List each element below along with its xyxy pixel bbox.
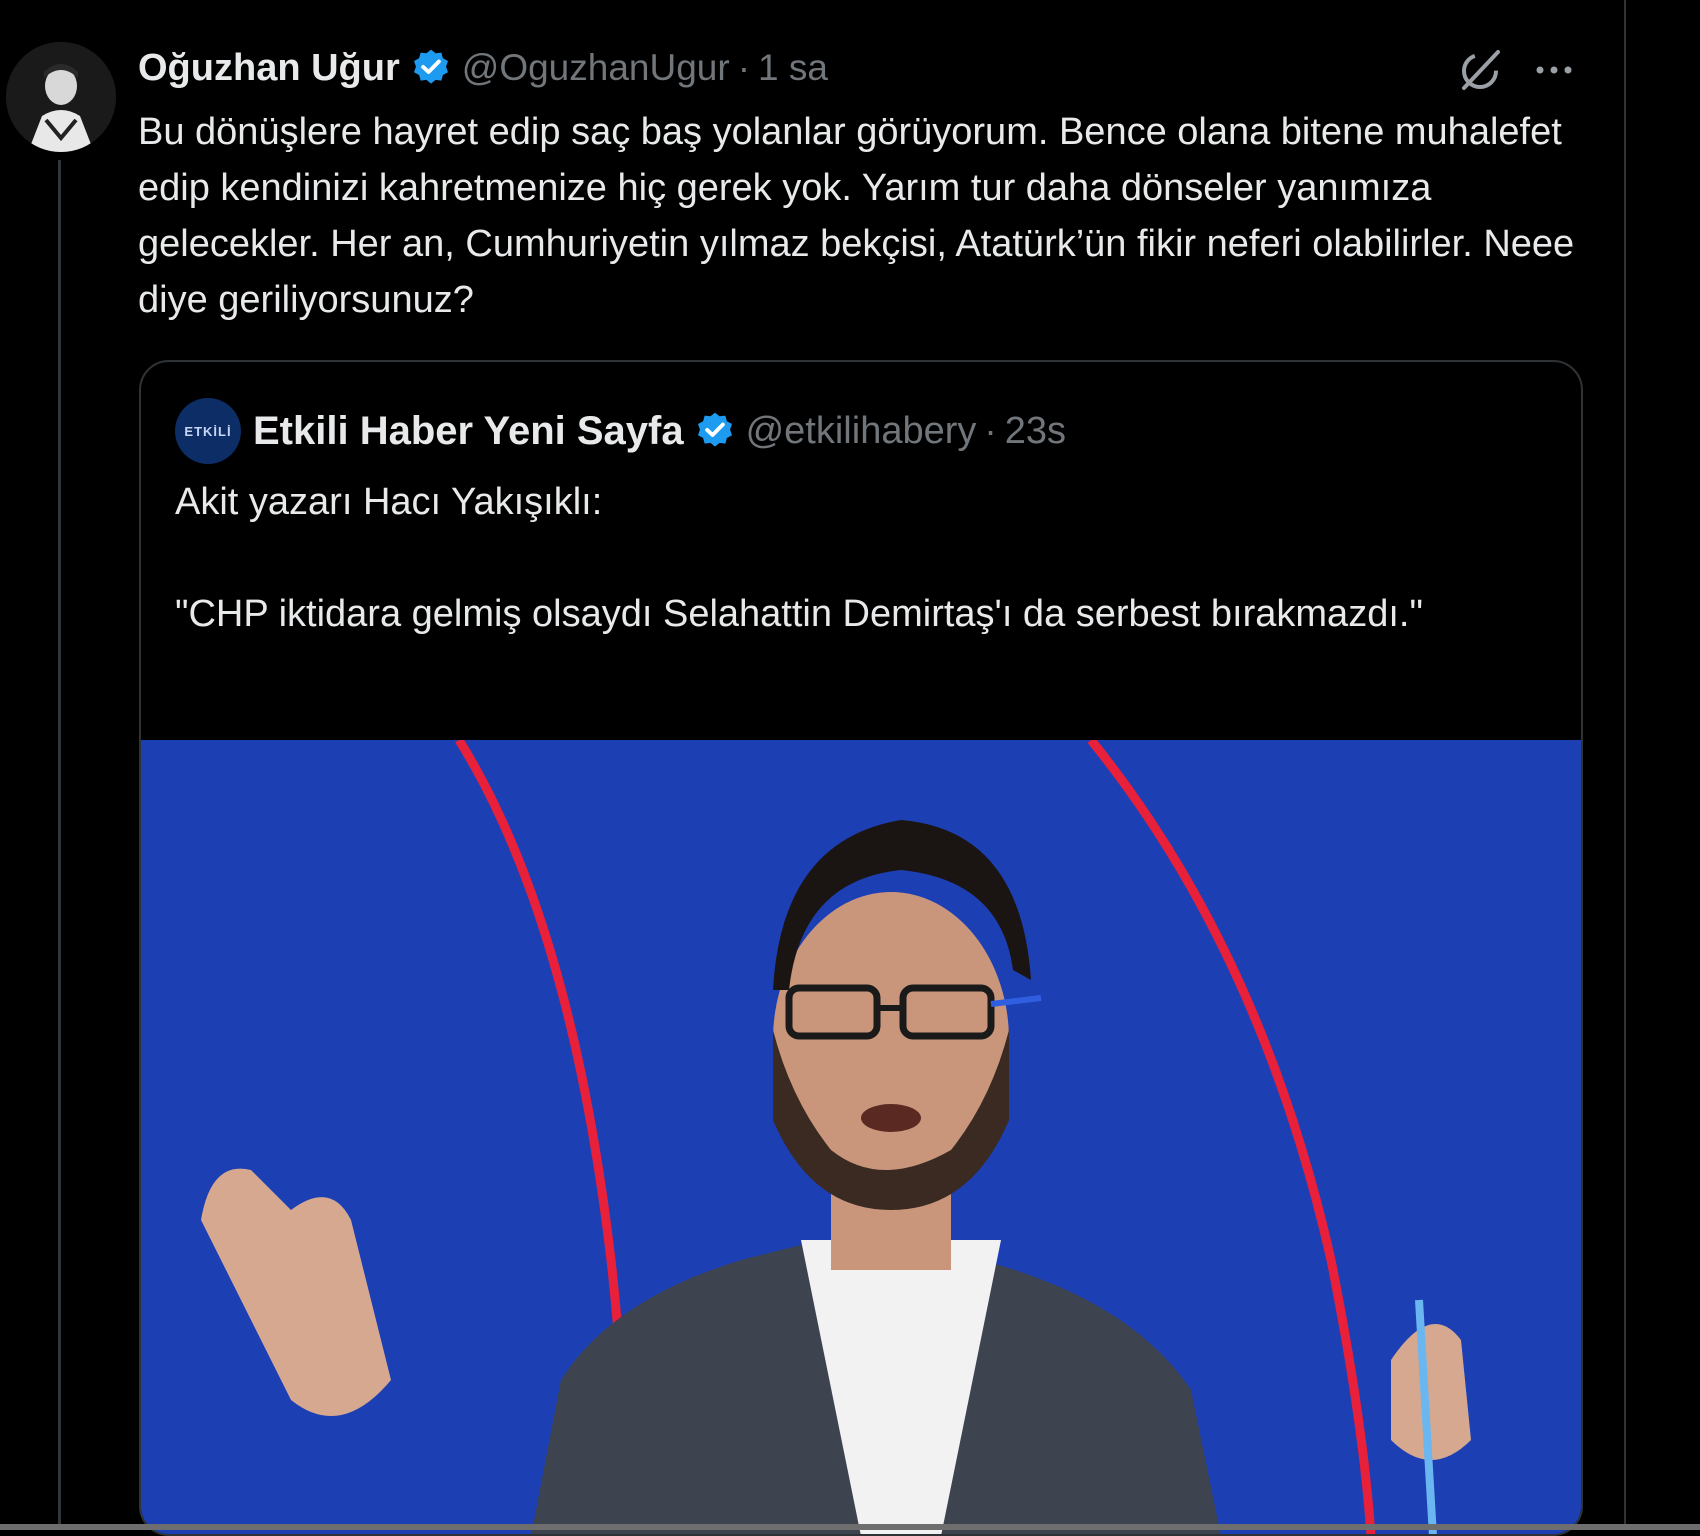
quote-avatar[interactable]: ETKİLİ: [175, 398, 241, 464]
grok-icon[interactable]: [1456, 46, 1504, 94]
avatar[interactable]: [6, 42, 116, 152]
bottom-edge: [0, 1524, 1700, 1530]
author-handle[interactable]: @OguzhanUgur: [462, 47, 730, 89]
quote-text-line: Akit yazarı Hacı Yakışıklı:: [175, 481, 603, 523]
quote-header: Etkili Haber Yeni Sayfa @etkilihabery · …: [253, 402, 1066, 460]
quoted-tweet[interactable]: ETKİLİ Etkili Haber Yeni Sayfa @etkiliha…: [139, 360, 1583, 1536]
column-divider: [1624, 0, 1626, 1530]
quote-author-handle[interactable]: @etkilihabery: [746, 410, 977, 453]
verified-badge-icon: [410, 47, 452, 89]
quote-text: Akit yazarı Hacı Yakışıklı: "CHP iktidar…: [175, 474, 1535, 642]
separator-dot: ·: [737, 47, 751, 88]
photo-illustration: [141, 740, 1581, 1534]
author-name[interactable]: Oğuzhan Uğur: [138, 47, 400, 90]
tweet-text: Bu dönüşlere hayret edip saç baş yolanla…: [138, 111, 1575, 321]
tweet-header: Oğuzhan Uğur @OguzhanUgur · 1 sa: [138, 42, 828, 94]
timestamp[interactable]: 1 sa: [758, 47, 828, 89]
quote-text-line: "CHP iktidara gelmiş olsaydı Selahattin …: [175, 593, 1423, 635]
avatar-image: [6, 42, 116, 152]
verified-badge-icon: [694, 410, 736, 452]
quote-timestamp[interactable]: 23s: [1005, 410, 1066, 453]
separator-dot: ·: [984, 410, 997, 451]
thread-line: [58, 160, 61, 1530]
more-icon[interactable]: [1530, 52, 1578, 88]
quote-author-name[interactable]: Etkili Haber Yeni Sayfa: [253, 409, 684, 454]
quote-media-image[interactable]: [141, 740, 1581, 1534]
